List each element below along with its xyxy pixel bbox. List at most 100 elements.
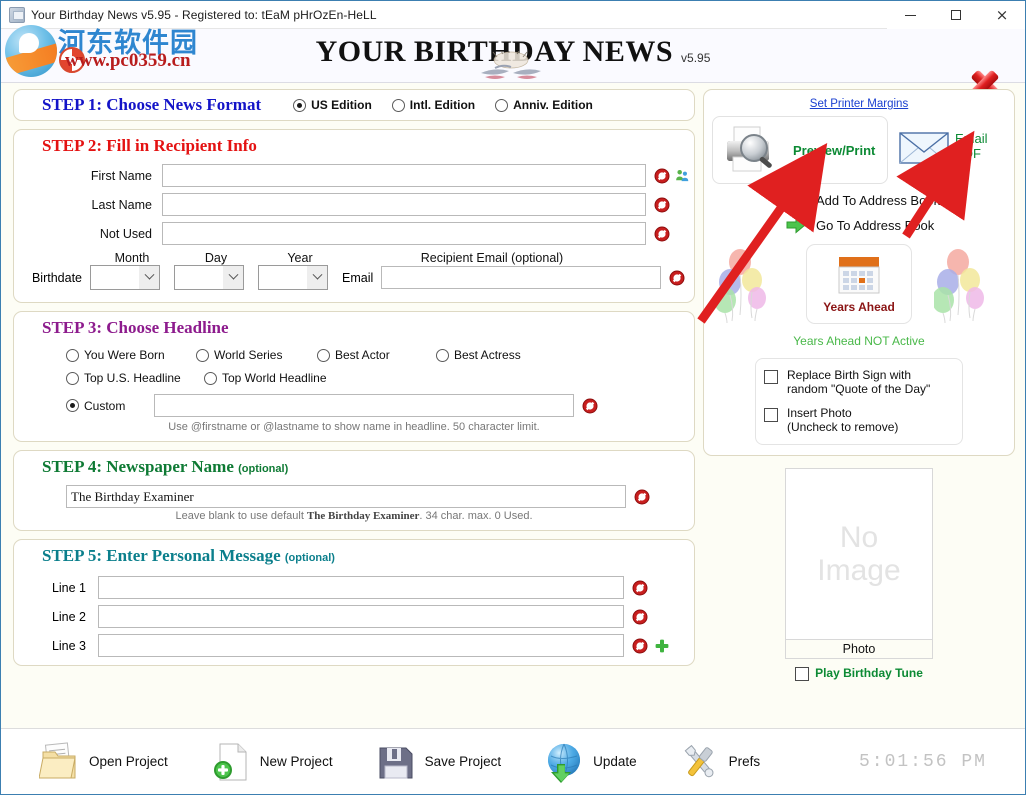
step5-title: STEP 5: Enter Personal Message (optional… — [14, 540, 694, 576]
folder-document-icon — [39, 740, 81, 784]
insert-photo-label: Insert Photo (Uncheck to remove) — [787, 406, 898, 435]
radio-best-actor[interactable]: Best Actor — [317, 348, 412, 362]
radio-best-actress[interactable]: Best Actress — [436, 348, 521, 362]
step3-title: STEP 3: Choose Headline — [14, 312, 694, 348]
not-used-input[interactable] — [162, 222, 646, 245]
radio-label: Best Actress — [454, 348, 521, 362]
printer-magnifier-icon — [721, 124, 787, 176]
radio-anniv-edition[interactable]: Anniv. Edition — [495, 98, 593, 112]
preview-print-label: Preview/Print — [793, 143, 875, 158]
floppy-disk-icon — [375, 740, 417, 784]
line1-label: Line 1 — [28, 581, 98, 595]
save-project-label: Save Project — [425, 754, 502, 769]
open-project-button[interactable]: Open Project — [39, 740, 168, 784]
clear-field-icon[interactable] — [634, 489, 650, 505]
step4-optional-tag: (optional) — [238, 463, 288, 475]
first-name-label: First Name — [28, 169, 162, 183]
new-project-button[interactable]: New Project — [210, 740, 333, 784]
radio-us-edition[interactable]: US Edition — [293, 98, 372, 112]
radio-label: Top U.S. Headline — [84, 371, 181, 385]
close-button[interactable]: × — [979, 1, 1025, 29]
go-to-address-book-button[interactable]: Go To Address Book — [704, 216, 1014, 234]
clear-field-icon[interactable] — [669, 270, 685, 286]
clear-field-icon[interactable] — [632, 609, 648, 625]
radio-you-were-born[interactable]: You Were Born — [66, 348, 174, 362]
add-line-icon[interactable] — [654, 638, 670, 654]
birth-year-select[interactable] — [258, 265, 328, 290]
headline-custom-row: Custom — [14, 394, 694, 417]
step5-optional-tag: (optional) — [285, 552, 335, 564]
radio-dot-icon — [436, 349, 449, 362]
masthead: YOUR BIRTHDAY NEWS v5.95 — [1, 35, 1025, 69]
add-to-address-book-button[interactable]: Add To Address Book — [704, 190, 1014, 210]
birth-day-select[interactable] — [174, 265, 244, 290]
insert-photo-checkbox[interactable] — [764, 408, 778, 422]
step2-title: STEP 2: Fill in Recipient Info — [14, 130, 694, 164]
line3-label: Line 3 — [28, 639, 98, 653]
replace-birth-sign-checkbox[interactable] — [764, 370, 778, 384]
app-icon — [9, 7, 25, 23]
email-pdf-button[interactable]: Email PDF — [898, 128, 988, 166]
radio-custom-headline[interactable]: Custom — [66, 399, 144, 413]
clear-field-icon[interactable] — [654, 197, 670, 213]
step4-panel: STEP 4: Newspaper Name (optional) Leave … — [13, 450, 695, 531]
site-watermark: 河东软件园 www.pc0359.cn — [3, 21, 213, 83]
no-image-text: No Image — [817, 521, 900, 587]
years-ahead-button[interactable]: Years Ahead — [806, 244, 912, 324]
first-name-row: First Name — [14, 164, 694, 187]
preview-print-button[interactable]: Preview/Print — [712, 116, 888, 184]
go-to-address-book-label: Go To Address Book — [816, 218, 934, 233]
birth-month-select[interactable] — [90, 265, 160, 290]
message-line1-input[interactable] — [98, 576, 624, 599]
radio-top-world-headline[interactable]: Top World Headline — [204, 371, 327, 385]
arrow-right-icon — [786, 216, 806, 234]
recipient-email-header: Recipient Email (optional) — [342, 251, 642, 265]
clear-field-icon[interactable] — [632, 580, 648, 596]
message-line3-input[interactable] — [98, 634, 624, 657]
save-project-button[interactable]: Save Project — [375, 740, 502, 784]
update-button[interactable]: Update — [543, 740, 637, 784]
maximize-button[interactable] — [933, 1, 979, 29]
message-line2-input[interactable] — [98, 605, 624, 628]
clock-display: 5:01:56 PM — [859, 752, 987, 772]
maximize-icon — [951, 10, 961, 20]
application-window: Your Birthday News v5.95 - Registered to… — [0, 0, 1026, 795]
prefs-label: Prefs — [729, 754, 761, 769]
calendar-icon — [836, 255, 882, 297]
first-name-input[interactable] — [162, 164, 646, 187]
hint-default-name: The Birthday Examiner — [307, 510, 419, 522]
news-format-radio-group: US Edition Intl. Edition Anniv. Edition — [293, 98, 593, 112]
message-line1-row: Line 1 — [14, 576, 694, 599]
radio-intl-edition[interactable]: Intl. Edition — [392, 98, 475, 112]
newspaper-name-input[interactable] — [66, 485, 626, 508]
masthead-title: YOUR BIRTHDAY NEWS — [316, 35, 673, 69]
clear-field-icon[interactable] — [582, 398, 598, 414]
insert-photo-checkbox-row[interactable]: Insert Photo (Uncheck to remove) — [764, 406, 954, 435]
clear-field-icon[interactable] — [632, 638, 648, 654]
masthead-version: v5.95 — [681, 51, 710, 69]
set-printer-margins-link[interactable]: Set Printer Margins — [704, 96, 1014, 116]
contacts-icon[interactable] — [675, 168, 690, 183]
chevron-down-icon — [223, 266, 243, 289]
prefs-button[interactable]: Prefs — [679, 740, 761, 784]
title-bar: Your Birthday News v5.95 - Registered to… — [1, 1, 1025, 29]
minimize-icon — [905, 15, 916, 16]
minimize-button[interactable] — [887, 1, 933, 29]
email-pdf-label: Email PDF — [955, 132, 988, 162]
recipient-email-input[interactable] — [381, 266, 661, 289]
radio-top-us-headline[interactable]: Top U.S. Headline — [66, 371, 176, 385]
email-label: Email — [342, 271, 373, 285]
clear-field-icon[interactable] — [654, 168, 670, 184]
photo-placeholder[interactable]: No Image — [785, 468, 933, 640]
play-birthday-tune-checkbox[interactable] — [795, 667, 809, 681]
replace-birth-sign-checkbox-row[interactable]: Replace Birth Sign with random "Quote of… — [764, 368, 954, 397]
last-name-input[interactable] — [162, 193, 646, 216]
clear-field-icon[interactable] — [654, 226, 670, 242]
main-form-column: STEP 1: Choose News Format US Edition In… — [13, 89, 695, 674]
headline-radio-row-1: You Were Born World Series Best Actor Be… — [14, 348, 694, 362]
last-name-label: Last Name — [28, 198, 162, 212]
app-header: 河东软件园 www.pc0359.cn YOUR BIRTHDAY NEWSv5… — [1, 29, 1025, 83]
radio-world-series[interactable]: World Series — [196, 348, 301, 362]
play-birthday-tune-row[interactable]: Play Birthday Tune — [703, 665, 1015, 681]
custom-headline-input[interactable] — [154, 394, 574, 417]
